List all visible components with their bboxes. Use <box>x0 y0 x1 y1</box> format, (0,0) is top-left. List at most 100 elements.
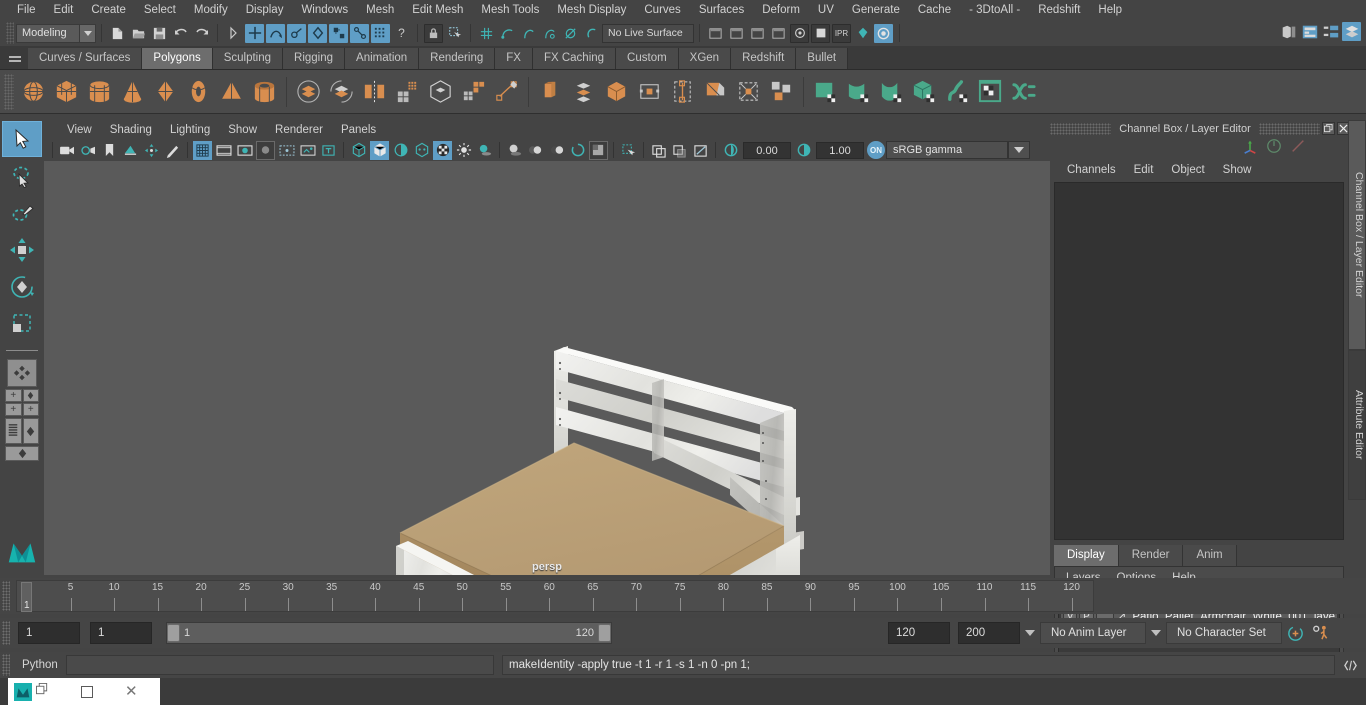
layout-persp[interactable] <box>22 418 39 444</box>
viewport-menu-renderer[interactable]: Renderer <box>266 124 332 136</box>
menu-item-mesh-display[interactable]: Mesh Display <box>548 0 635 20</box>
manipulator-axis-icon[interactable] <box>1242 138 1258 159</box>
image-plane-icon[interactable] <box>121 141 140 160</box>
range-start-handle[interactable] <box>167 624 180 642</box>
time-slider-grip[interactable] <box>2 581 10 611</box>
rotate-tool-button[interactable] <box>2 269 42 305</box>
poly-pipe-button[interactable] <box>248 74 281 110</box>
layout-quad-2[interactable] <box>22 389 39 402</box>
color-management-icon[interactable] <box>568 141 587 160</box>
anti-alias-icon[interactable] <box>547 141 566 160</box>
viewport-menu-shading[interactable]: Shading <box>101 124 161 136</box>
shelf-tab-xgen[interactable]: XGen <box>678 48 732 69</box>
shade-options-icon[interactable] <box>412 141 431 160</box>
shelf-tab-curves-surfaces[interactable]: Curves / Surfaces <box>28 48 143 69</box>
menu-item-uv[interactable]: UV <box>809 0 843 20</box>
poly-pyramid-button[interactable] <box>215 74 248 110</box>
range-slider-grip[interactable] <box>2 621 10 645</box>
menu-item-modify[interactable]: Modify <box>185 0 237 20</box>
save-scene-button[interactable] <box>150 24 169 43</box>
camera-icon[interactable] <box>58 141 77 160</box>
time-slider-track[interactable]: 1 5 10 15 20 25 30 35 40 45 50 55 60 65 70 75 80 85 90 95 1… <box>16 580 1094 612</box>
animation-preferences-button[interactable] <box>1308 624 1334 643</box>
shaded-wireframe-icon[interactable] <box>391 141 410 160</box>
color-space-dropdown-arrow[interactable] <box>1008 141 1030 159</box>
text-overlay-icon[interactable] <box>319 141 338 160</box>
separate-button[interactable] <box>325 74 358 110</box>
panel-grip-right[interactable] <box>1258 122 1320 135</box>
ipr-render-icon[interactable] <box>748 24 767 43</box>
nurbs-texture-button[interactable] <box>974 74 1007 110</box>
poly-cube-button[interactable] <box>50 74 83 110</box>
command-line-grip[interactable] <box>2 654 10 676</box>
shelf-tab-fx[interactable]: FX <box>495 48 533 69</box>
move-tool-button[interactable] <box>2 232 42 268</box>
extrude-button[interactable] <box>534 74 567 110</box>
menu-item-display[interactable]: Display <box>237 0 293 20</box>
panel-grip-left[interactable] <box>1050 122 1112 135</box>
select-by-object-type-button[interactable] <box>266 23 285 43</box>
shelf-tab-rendering[interactable]: Rendering <box>419 48 496 69</box>
component-face-button[interactable] <box>350 23 369 43</box>
display-shading-icon[interactable] <box>853 24 872 43</box>
target-weld-button[interactable] <box>699 74 732 110</box>
poly-cone-button[interactable] <box>116 74 149 110</box>
shelf-tab-sculpting[interactable]: Sculpting <box>212 48 284 69</box>
shelf-grip[interactable] <box>4 73 14 110</box>
character-set-dropdown-arrow[interactable] <box>1146 622 1166 644</box>
layout-quad-3[interactable]: + <box>5 403 22 416</box>
scale-tool-button[interactable] <box>2 306 42 342</box>
poly-sphere-button[interactable] <box>17 74 50 110</box>
component-uv-button[interactable] <box>371 23 390 43</box>
poly-torus-button[interactable] <box>182 74 215 110</box>
depth-peel-icon[interactable] <box>589 140 608 160</box>
select-help-button[interactable]: ? <box>392 24 411 43</box>
nurbs-plane-button[interactable] <box>809 74 842 110</box>
grid-toggle-button[interactable] <box>193 140 212 160</box>
menu-item-3dtoall[interactable]: - 3DtoAll - <box>960 0 1029 20</box>
layer-tab-display[interactable]: Display <box>1054 545 1119 566</box>
select-by-hierarchy-button[interactable] <box>245 23 264 43</box>
vertical-tab-channel-box[interactable]: Channel Box / Layer Editor <box>1348 120 1366 350</box>
maximize-window-icon[interactable] <box>81 685 93 698</box>
current-time-indicator[interactable]: 1 <box>21 582 32 612</box>
merge-button[interactable] <box>600 74 633 110</box>
gate-mask-icon[interactable] <box>256 140 275 160</box>
isolate-select-icon[interactable] <box>619 141 638 160</box>
bookmark-icon[interactable] <box>100 141 119 160</box>
menu-item-mesh[interactable]: Mesh <box>357 0 403 20</box>
anim-start-field[interactable]: 120 <box>888 622 950 644</box>
channel-box-menu-show[interactable]: Show <box>1214 164 1261 176</box>
component-edge-button[interactable] <box>329 23 348 43</box>
menu-set-selector[interactable]: Modeling <box>16 23 96 43</box>
nurbs-cube-button[interactable] <box>908 74 941 110</box>
script-editor-button[interactable] <box>1339 655 1361 675</box>
smooth-proxy-button[interactable] <box>424 74 457 110</box>
snap-to-point-button[interactable] <box>519 24 538 43</box>
range-slider-bar[interactable]: 1 120 <box>166 622 612 644</box>
smooth-shade-all-icon[interactable] <box>370 140 389 160</box>
xray-joints-icon[interactable] <box>691 141 710 160</box>
nurbs-surface-button[interactable] <box>875 74 908 110</box>
show-hide-modeling-toolkit-icon[interactable] <box>1279 22 1298 41</box>
maya-app-icon[interactable] <box>14 682 32 701</box>
vertical-tab-attribute-editor[interactable]: Attribute Editor <box>1348 350 1366 500</box>
menu-item-help[interactable]: Help <box>1089 0 1131 20</box>
menu-item-create[interactable]: Create <box>82 0 135 20</box>
lasso-select-tool-button[interactable] <box>2 158 42 194</box>
append-polygon-button[interactable] <box>633 74 666 110</box>
insert-edge-loop-button[interactable] <box>666 74 699 110</box>
channel-box-menu-edit[interactable]: Edit <box>1125 164 1163 176</box>
view-layout-single-button[interactable] <box>5 446 39 461</box>
layout-quad-1[interactable]: + <box>5 389 22 402</box>
render-sequence-icon[interactable] <box>706 24 725 43</box>
anim-end-field[interactable]: 200 <box>958 622 1020 644</box>
persp-viewport[interactable]: y x z persp <box>44 161 1050 575</box>
exposure-icon[interactable] <box>721 141 740 160</box>
menu-item-mesh-tools[interactable]: Mesh Tools <box>472 0 548 20</box>
menu-item-windows[interactable]: Windows <box>292 0 357 20</box>
camera-attributes-icon[interactable] <box>79 141 98 160</box>
close-window-icon[interactable]: ✕ <box>125 684 138 699</box>
two-d-pan-zoom-icon[interactable] <box>142 141 161 160</box>
xray-active-components-icon[interactable] <box>670 141 689 160</box>
